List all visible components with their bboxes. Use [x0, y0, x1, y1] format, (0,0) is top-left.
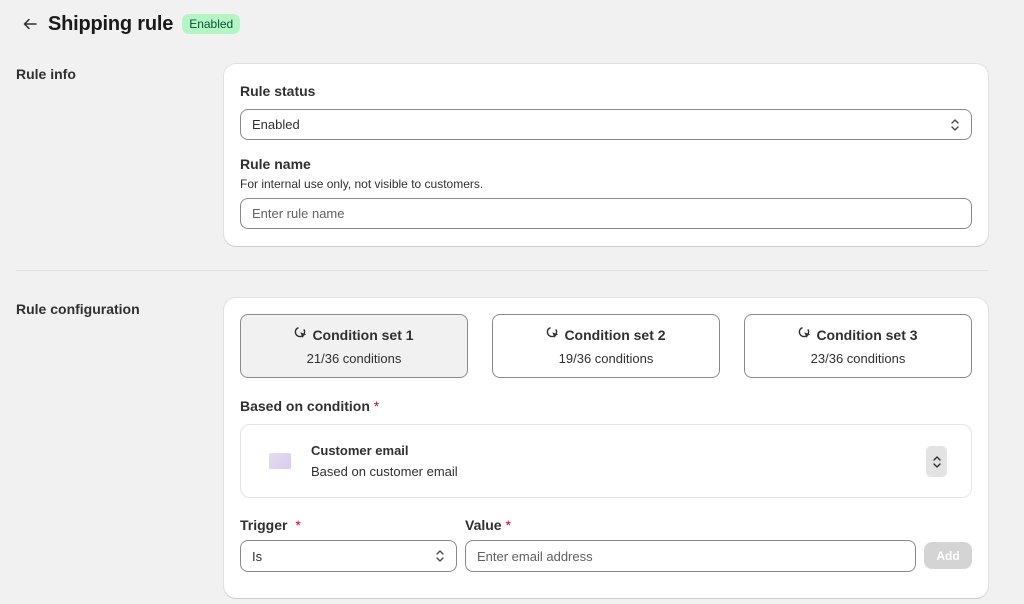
- tab-title: Condition set 2: [546, 326, 666, 343]
- page-title: Shipping rule: [48, 12, 174, 35]
- condition-cursor-icon: [798, 326, 812, 343]
- rule-name-label: Rule name: [240, 156, 311, 172]
- condition-set-count: 21/36 conditions: [306, 351, 402, 366]
- condition-set-count: 19/36 conditions: [558, 351, 654, 366]
- select-arrows-icon: [932, 455, 941, 468]
- section-label-rule-info: Rule info: [16, 66, 76, 82]
- trigger-select[interactable]: Is: [240, 540, 457, 572]
- condition-selector[interactable]: Customer email Based on customer email: [240, 424, 972, 498]
- section-label-rule-configuration: Rule configuration: [16, 301, 140, 317]
- rule-status-select[interactable]: Enabled: [240, 109, 972, 140]
- rule-status-label: Rule status: [240, 83, 316, 99]
- condition-cursor-icon: [294, 326, 308, 343]
- section-divider: [16, 270, 988, 271]
- tab-condition-set-1[interactable]: Condition set 1 21/36 conditions: [240, 314, 468, 378]
- condition-set-title: Condition set 2: [564, 326, 666, 343]
- select-arrows-icon: [434, 549, 446, 563]
- trigger-value: Is: [252, 548, 263, 564]
- tab-title: Condition set 3: [798, 326, 918, 343]
- value-label: Value *: [465, 517, 511, 533]
- based-on-condition-label: Based on condition *: [240, 398, 379, 414]
- required-mark: *: [373, 398, 380, 414]
- condition-set-count: 23/36 conditions: [810, 351, 906, 366]
- value-label-text: Value: [465, 517, 502, 533]
- select-arrows-icon: [949, 118, 961, 132]
- condition-set-title: Condition set 1: [312, 326, 414, 343]
- rule-info-card: Rule status Enabled Rule name For intern…: [224, 64, 988, 246]
- tab-condition-set-2[interactable]: Condition set 2 19/36 conditions: [492, 314, 720, 378]
- tab-condition-set-3[interactable]: Condition set 3 23/36 conditions: [744, 314, 972, 378]
- add-button[interactable]: Add: [924, 542, 972, 569]
- value-placeholder: Enter email address: [477, 548, 593, 564]
- required-mark: *: [505, 517, 511, 533]
- rule-name-helper: For internal use only, not visible to cu…: [240, 177, 484, 191]
- based-on-label-text: Based on condition: [240, 398, 370, 414]
- trigger-label: Trigger *: [240, 517, 301, 533]
- condition-set-title: Condition set 3: [816, 326, 918, 343]
- rule-name-input[interactable]: Enter rule name: [240, 198, 972, 229]
- status-badge: Enabled: [182, 14, 241, 34]
- rule-config-card: Condition set 1 21/36 conditions Conditi…: [224, 298, 988, 598]
- email-value-input[interactable]: Enter email address: [465, 540, 916, 572]
- back-arrow-icon[interactable]: [20, 14, 40, 34]
- tab-title: Condition set 1: [294, 326, 414, 343]
- rule-status-value: Enabled: [252, 117, 300, 132]
- trigger-label-text: Trigger: [240, 517, 288, 533]
- condition-select-button[interactable]: [926, 446, 947, 477]
- condition-cursor-icon: [546, 326, 560, 343]
- condition-subtitle: Based on customer email: [311, 464, 458, 479]
- condition-title: Customer email: [311, 443, 409, 458]
- required-mark: *: [295, 517, 301, 533]
- rule-name-placeholder: Enter rule name: [252, 206, 345, 221]
- condition-thumbnail-icon: [269, 453, 291, 469]
- page-header: Shipping rule Enabled: [20, 10, 241, 38]
